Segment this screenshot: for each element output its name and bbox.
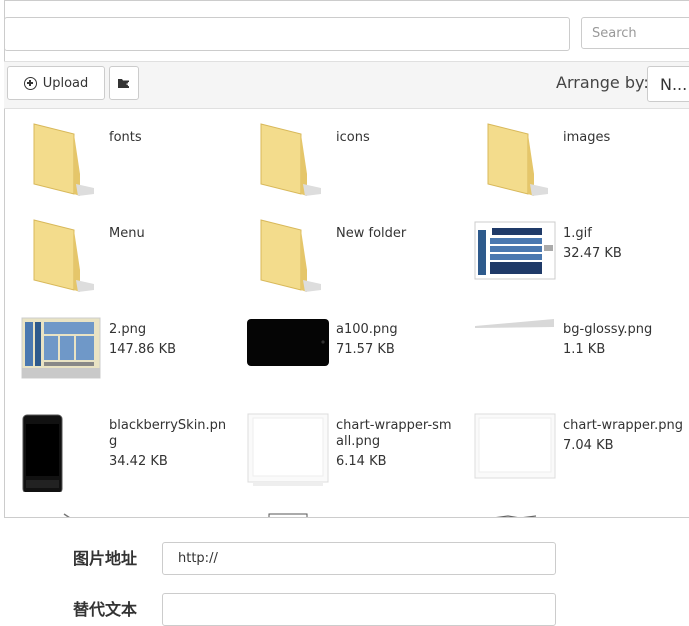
file-name: 1.gif 32.47 KB [563,226,683,262]
image-preview-icon [268,513,308,517]
file-item[interactable]: a100.png 71.57 KB [231,306,458,402]
toolbar: Upload Arrange by: N... [4,61,689,109]
file-name: fonts [109,130,142,145]
image-preview-icon [247,319,329,366]
file-item[interactable]: 2.png 147.86 KB [4,306,231,402]
file-item[interactable]: chart-wrapper-small.png 6.14 KB [231,402,458,498]
file-size: 32.47 KB [563,246,622,261]
alt-text-label: 替代文本 [73,600,138,619]
file-name-text: bg-glossy.png [563,322,653,337]
folder-icon [260,123,321,196]
image-thumbnail [458,402,558,492]
image-preview-icon [247,413,329,486]
image-preview-icon [474,221,556,280]
image-url-input[interactable] [162,542,556,575]
file-name-text: chart-wrapper-small.png [336,418,452,449]
image-preview-icon [22,414,63,494]
file-name-text: chart-wrapper.png [563,418,683,433]
upload-button[interactable]: Upload [7,66,105,100]
arrange-by-label: Arrange by: [556,73,649,92]
image-url-label: 图片地址 [73,549,138,568]
file-size: 34.42 KB [109,454,168,469]
file-name: icons [336,130,370,145]
folder-thumbnail [458,114,558,204]
folder-thumbnail [231,210,331,300]
file-name-text: 2.png [109,322,147,337]
file-name: blackberrySkin.png 34.42 KB [109,418,229,470]
file-name: New folder [336,226,407,241]
arrange-by-value: N... [660,74,688,94]
file-item[interactable] [4,498,231,517]
file-item[interactable]: bg-glossy.png 1.1 KB [458,306,685,402]
path-input[interactable] [4,17,570,51]
folder-item[interactable]: Menu [4,210,231,306]
plus-circle-icon [23,76,37,90]
folder-item[interactable]: New folder [231,210,458,306]
file-name: 2.png 147.86 KB [109,322,229,358]
folder-thumbnail [4,210,104,300]
file-grid: fonts icons images Menu New folder 1.gif… [4,109,689,517]
image-preview-icon [495,515,537,517]
image-preview-icon [474,413,556,479]
file-name: bg-glossy.png 1.1 KB [563,322,683,358]
folder-item[interactable]: images [458,114,685,210]
folder-icon [33,219,94,292]
image-preview-icon [21,317,101,379]
alt-text-input[interactable] [162,593,556,626]
folder-thumbnail [231,114,331,204]
file-item[interactable] [458,498,685,517]
file-item[interactable]: blackberrySkin.png 34.42 KB [4,402,231,498]
folder-item[interactable]: icons [231,114,458,210]
image-preview-icon [63,513,70,517]
file-size: 1.1 KB [563,342,606,357]
upload-label: Upload [42,75,89,91]
file-name-text: blackberrySkin.png [109,418,227,449]
file-name: a100.png 71.57 KB [336,322,456,358]
new-folder-button[interactable] [109,66,139,100]
folder-thumbnail [4,114,104,204]
folder-icon [33,123,94,196]
file-name: Menu [109,226,145,241]
image-thumbnail [4,402,104,494]
file-item[interactable]: 1.gif 32.47 KB [458,210,685,306]
file-name-text: a100.png [336,322,398,337]
image-thumbnail [231,402,331,492]
search-input[interactable] [581,17,689,49]
file-size: 147.86 KB [109,342,177,357]
image-thumbnail [231,306,331,396]
image-thumbnail [458,210,558,300]
image-thumbnail [4,306,104,396]
folder-icon [260,219,321,292]
file-item[interactable] [231,498,458,517]
file-name: images [563,130,611,145]
image-preview-icon [475,319,554,328]
file-size: 6.14 KB [336,454,387,469]
file-size: 7.04 KB [563,438,614,453]
file-item[interactable]: chart-wrapper.png 7.04 KB [458,402,685,498]
arrange-by-select[interactable]: N... [647,66,689,102]
folder-item[interactable]: fonts [4,114,231,210]
file-size: 71.57 KB [336,342,395,357]
file-name-text: 1.gif [563,226,592,241]
file-name: chart-wrapper-small.png 6.14 KB [336,418,456,470]
folder-icon [487,123,548,196]
image-thumbnail [458,306,558,396]
new-folder-icon [118,79,131,88]
file-name: chart-wrapper.png 7.04 KB [563,418,683,454]
